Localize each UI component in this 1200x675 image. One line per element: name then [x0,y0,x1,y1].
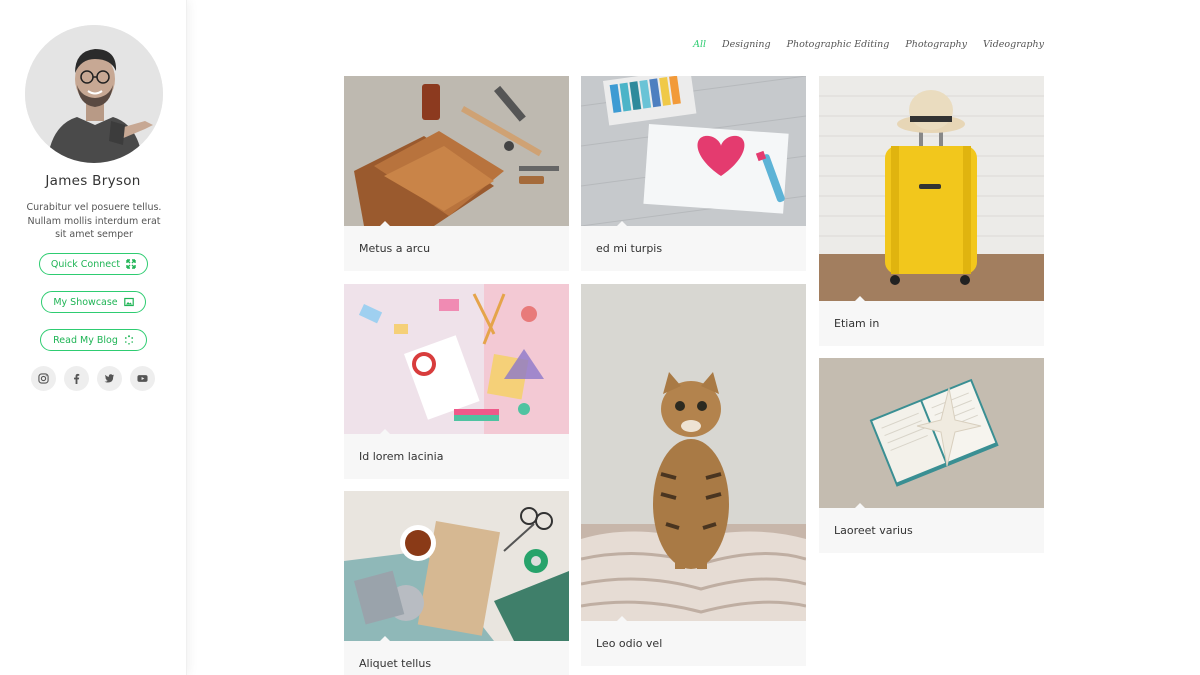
facebook-icon [74,373,80,384]
leather-craft-image [344,76,569,226]
portfolio-card[interactable]: ed mi turpis [581,76,806,271]
filter-all[interactable]: All [693,39,706,50]
my-showcase-button[interactable]: My Showcase [41,291,146,313]
card-title: Leo odio vel [596,637,663,650]
spinner-icon [124,335,133,345]
image-icon [123,297,134,307]
filter-photographic-editing[interactable]: Photographic Editing [787,39,890,50]
card-title: Aliquet tellus [359,657,432,670]
filter-photography[interactable]: Photography [905,39,967,50]
profile-sidebar: James Bryson Curabitur vel posuere tellu… [0,0,187,675]
card-notch [855,296,865,301]
quick-connect-label: Quick Connect [50,258,121,270]
portfolio-card[interactable]: Id lorem lacinia [344,284,569,479]
card-notch [380,221,390,226]
portfolio-card[interactable]: Etiam in [819,76,1044,346]
read-my-blog-button[interactable]: Read My Blog [40,329,147,351]
book-starfish-image [819,358,1044,508]
quick-connect-button[interactable]: Quick Connect [39,253,148,275]
portfolio-card[interactable]: Aliquet tellus [344,491,569,675]
twitter-icon [104,374,115,383]
facebook-link[interactable] [64,366,89,391]
card-notch [380,636,390,641]
portfolio-card[interactable]: Leo odio vel [581,284,806,666]
card-title: Laoreet varius [834,524,913,537]
my-showcase-label: My Showcase [53,296,118,308]
yellow-suitcase-image [819,76,1044,301]
avatar [25,25,163,163]
youtube-link[interactable] [130,366,155,391]
youtube-icon [137,375,148,382]
instagram-icon [38,373,49,384]
card-title: Metus a arcu [359,242,431,255]
card-notch [617,616,627,621]
read-my-blog-label: Read My Blog [53,334,118,346]
crafts-flatlay-image [344,491,569,641]
filter-videography[interactable]: Videography [983,39,1044,50]
instagram-link[interactable] [31,366,56,391]
card-notch [617,221,627,226]
stationery-image [344,284,569,434]
profile-name: James Bryson [45,173,141,189]
card-notch [380,429,390,434]
expand-icon [126,259,136,269]
cat-image [581,284,806,621]
filter-designing[interactable]: Designing [722,39,771,50]
twitter-link[interactable] [97,366,122,391]
heart-drawing-image [581,76,806,226]
portfolio-filter-bar: All Designing Photographic Editing Photo… [693,39,1044,50]
portfolio-card[interactable]: Metus a arcu [344,76,569,271]
card-title: ed mi turpis [596,242,663,255]
profile-bio: Curabitur vel posuere tellus. Nullam mol… [26,202,162,240]
social-links [31,366,155,391]
card-notch [855,503,865,508]
portfolio-card[interactable]: Laoreet varius [819,358,1044,553]
card-title: Etiam in [834,317,880,330]
card-title: Id lorem lacinia [359,450,444,463]
